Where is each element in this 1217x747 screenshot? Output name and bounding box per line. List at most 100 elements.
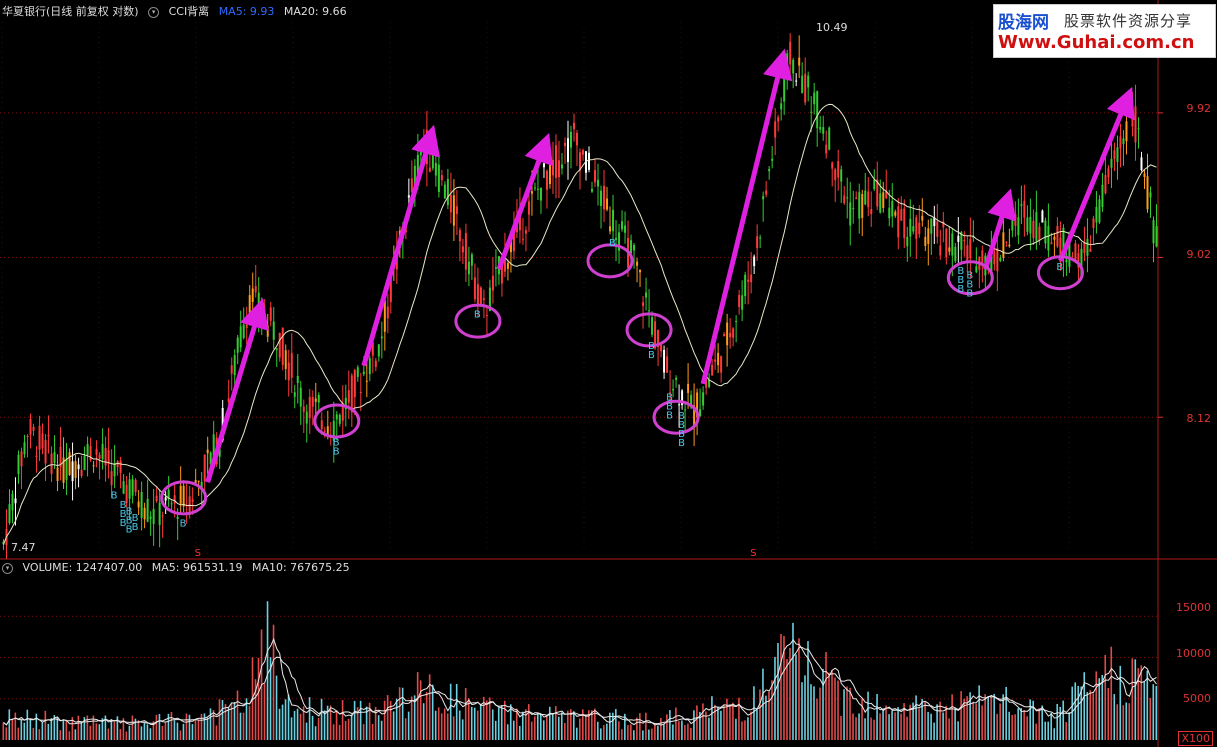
volume-bar xyxy=(452,716,455,740)
candle-body xyxy=(557,160,560,178)
candle-body xyxy=(524,230,527,234)
volume-bar xyxy=(840,715,842,740)
volume-bar xyxy=(999,703,1001,740)
candle-body xyxy=(317,394,320,403)
candle-body xyxy=(197,480,200,482)
brand-url[interactable]: Www.Guhai.com.cn xyxy=(998,32,1194,53)
candle-body xyxy=(1113,150,1116,160)
candle-body xyxy=(639,270,642,273)
candle-body xyxy=(572,122,575,130)
candle-body xyxy=(969,238,972,259)
volume-bar xyxy=(723,705,725,740)
candle-body xyxy=(1125,121,1128,142)
candle-body xyxy=(164,497,167,501)
stock-title[interactable]: 华夏银行(日线 前复权 对数) xyxy=(2,5,139,18)
candle-body xyxy=(1038,226,1041,241)
candle-body xyxy=(560,164,563,169)
candle-body xyxy=(446,178,449,206)
candle-body xyxy=(266,325,269,337)
volume-bar xyxy=(960,691,962,740)
volume-bar xyxy=(750,711,752,740)
candle-body xyxy=(575,132,578,146)
candle-body xyxy=(999,257,1002,261)
volume-bar xyxy=(981,705,983,740)
candle-body xyxy=(939,245,942,256)
candle-body xyxy=(840,169,843,182)
volume-bar xyxy=(344,721,347,740)
volume-bar xyxy=(732,702,734,740)
volume-bar xyxy=(80,721,83,740)
candle-body xyxy=(530,191,533,194)
volume-bar xyxy=(38,729,41,740)
candle-body xyxy=(365,380,368,382)
candle-body xyxy=(206,449,209,454)
candle-body xyxy=(476,284,479,307)
candle-body xyxy=(624,225,627,233)
volume-bar xyxy=(293,710,296,740)
candle-body xyxy=(149,516,152,520)
volume-bar xyxy=(825,652,827,740)
volume-bar xyxy=(551,713,554,740)
candle-body xyxy=(1023,200,1026,218)
candle-body xyxy=(927,228,930,244)
volume-bar xyxy=(14,712,17,740)
volume-bar xyxy=(191,724,194,740)
candle-body xyxy=(323,430,326,432)
indicator-name[interactable]: CCI背离 xyxy=(169,5,210,18)
candle-body xyxy=(729,332,732,338)
candle-body xyxy=(762,196,765,200)
candle-body xyxy=(566,138,569,162)
volume-bar xyxy=(615,709,617,740)
volume-bar xyxy=(140,726,143,740)
candle-body xyxy=(1131,114,1134,127)
candle-body xyxy=(723,334,726,337)
candle-body xyxy=(864,190,867,205)
volume-bar xyxy=(888,714,890,740)
volume-bar xyxy=(1071,686,1074,740)
volume-bar xyxy=(678,721,680,740)
candle-body xyxy=(65,458,68,480)
candle-body xyxy=(660,344,663,352)
volume-bar xyxy=(864,718,866,740)
stock-chart[interactable]: BBBBBBBBB BBBBBBBBBB BBBBBBBBBBBS S xyxy=(0,0,1217,747)
candle-body xyxy=(906,236,909,247)
candle-body xyxy=(362,371,365,375)
volume-bar xyxy=(305,722,308,740)
volume-bar xyxy=(870,717,872,740)
candle-body xyxy=(131,479,134,496)
candle-body xyxy=(1005,241,1008,243)
volume-bar xyxy=(563,723,566,740)
candle-body xyxy=(467,261,470,275)
candle-body xyxy=(356,367,359,377)
candle-body xyxy=(591,188,594,192)
volume-bar xyxy=(777,643,779,740)
indicator-toggle-icon[interactable]: ▾ xyxy=(148,6,160,18)
candle-body xyxy=(1122,138,1125,145)
volume-bar xyxy=(308,697,311,740)
volume-bar xyxy=(77,715,80,740)
candle-body xyxy=(140,491,143,518)
candle-body xyxy=(993,252,996,265)
volume-toggle-icon[interactable]: ▾ xyxy=(2,562,13,574)
volume-bar xyxy=(5,727,8,740)
brand-logo[interactable]: 股海网 股票软件资源分享 Www.Guhai.com.cn xyxy=(993,4,1216,58)
volume-bar xyxy=(1131,658,1134,740)
volume-bar xyxy=(1152,684,1155,740)
volume-bar xyxy=(44,710,47,740)
candle-body xyxy=(38,425,41,450)
volume-bar xyxy=(714,704,716,740)
volume-bar xyxy=(62,719,65,740)
volume-bar xyxy=(404,718,407,740)
volume-bar xyxy=(582,709,584,740)
candle-body xyxy=(422,139,425,143)
volume-bar xyxy=(885,705,887,740)
candle-body xyxy=(491,275,494,291)
volume-bar xyxy=(879,713,881,740)
candle-body xyxy=(603,185,606,210)
volume-bar xyxy=(1023,710,1025,740)
candle-body xyxy=(903,208,906,239)
candle-body xyxy=(485,315,488,317)
candle-body xyxy=(1086,238,1089,256)
volume-bar xyxy=(945,705,947,740)
candle-body xyxy=(449,195,452,213)
